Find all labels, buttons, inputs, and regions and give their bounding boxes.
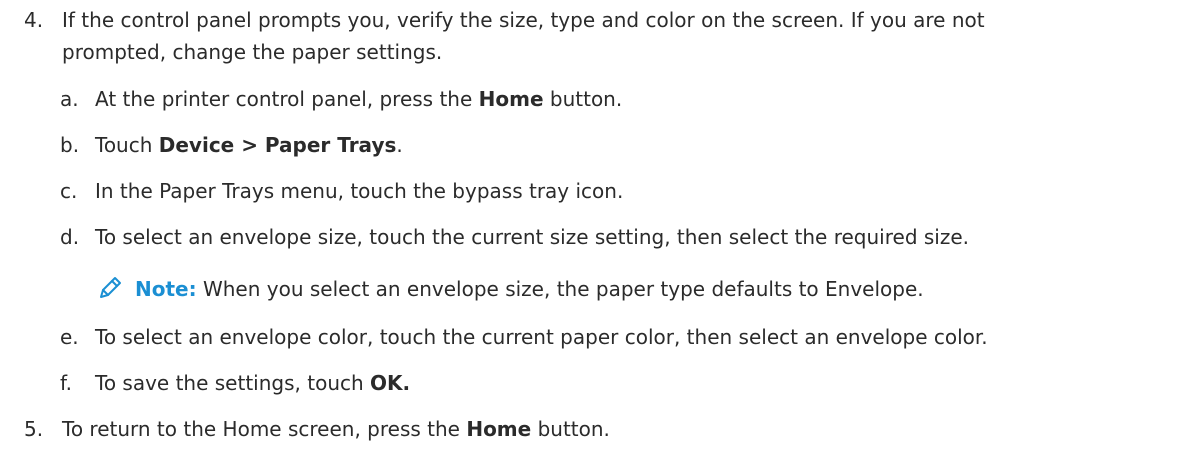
substep-letter: e. xyxy=(60,325,79,349)
bold-term: Home xyxy=(466,417,532,441)
substep-text: At the printer control panel, press the … xyxy=(95,87,623,111)
step-text: To return to the Home screen, press the … xyxy=(62,417,610,441)
note-content: Note: When you select an envelope size, … xyxy=(135,275,924,303)
substep-letter: f. xyxy=(60,371,72,395)
step-text-line2: prompted, change the paper settings. xyxy=(62,40,443,64)
bold-term: Device > Paper Trays xyxy=(158,133,397,157)
substep-text: To save the settings, touch OK. xyxy=(95,371,411,395)
substep-text: In the Paper Trays menu, touch the bypas… xyxy=(95,179,624,203)
note-text: When you select an envelope size, the pa… xyxy=(196,277,924,301)
pencil-icon xyxy=(100,277,121,298)
step-number: 4. xyxy=(24,8,44,32)
substep-text: Touch Device > Paper Trays. xyxy=(95,133,403,157)
substep-letter: d. xyxy=(60,225,80,249)
substep-letter: b. xyxy=(60,133,80,157)
note-label: Note: xyxy=(135,277,197,301)
substep-letter: a. xyxy=(60,87,79,111)
step-text-line1: If the control panel prompts you, verify… xyxy=(62,8,985,32)
bold-term: Home xyxy=(478,87,544,111)
substep-letter: c. xyxy=(60,179,78,203)
step-number: 5. xyxy=(24,417,44,441)
substep-text: To select an envelope color, touch the c… xyxy=(95,325,988,349)
bold-term: OK. xyxy=(370,371,411,395)
substep-text: To select an envelope size, touch the cu… xyxy=(95,225,970,249)
